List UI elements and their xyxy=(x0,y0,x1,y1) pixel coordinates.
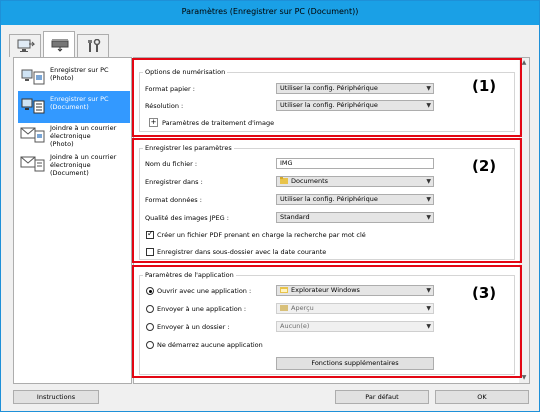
app-settings-section: Paramètres de l'application Ouvrir avec … xyxy=(132,265,522,378)
chevron-down-icon: ▼ xyxy=(426,323,431,330)
computer-scan-icon xyxy=(17,39,35,52)
data-format-select[interactable]: Utiliser la config. Périphérique ▼ xyxy=(276,194,434,205)
open-with-select[interactable]: Explorateur Windows ▼ xyxy=(276,285,434,296)
subfolder-checkbox[interactable] xyxy=(146,248,154,256)
resolution-value: Utiliser la config. Périphérique xyxy=(280,101,378,109)
sidebar-label-line1: Enregistrer sur PC xyxy=(50,95,109,103)
sidebar-label-line1: Enregistrer sur PC xyxy=(50,66,109,74)
section-number-2: (2) xyxy=(472,157,497,175)
more-functions-button[interactable]: Fonctions supplémentaires xyxy=(276,357,434,370)
jpeg-quality-label: Qualité des images JPEG : xyxy=(145,214,229,222)
file-name-input[interactable]: IMG xyxy=(276,158,434,169)
mail-document-icon xyxy=(20,156,45,172)
jpeg-quality-select[interactable]: Standard ▼ xyxy=(276,212,434,223)
send-to-folder-radio[interactable] xyxy=(146,323,154,331)
settings-panel: ▲ ▼ Options de numérisation Format papie… xyxy=(132,57,530,384)
send-to-app-label[interactable]: Envoyer à une application : xyxy=(157,305,246,313)
chevron-down-icon: ▼ xyxy=(426,102,431,109)
app-settings-group: Paramètres de l'application Ouvrir avec … xyxy=(139,271,515,375)
chevron-down-icon: ▼ xyxy=(426,178,431,185)
chevron-down-icon: ▼ xyxy=(426,85,431,92)
chevron-down-icon: ▼ xyxy=(426,214,431,221)
tab-scan-from-panel[interactable] xyxy=(43,31,75,58)
explorer-icon xyxy=(280,286,288,293)
title-bar: Paramètres (Enregistrer sur PC (Document… xyxy=(1,1,539,25)
resolution-label: Résolution : xyxy=(145,102,184,110)
sidebar-label-line2: (Photo) xyxy=(50,74,74,82)
no-app-label[interactable]: Ne démarrez aucune application xyxy=(157,341,263,349)
sidebar-label-line3: (Document) xyxy=(50,169,89,177)
chevron-down-icon: ▼ xyxy=(426,196,431,203)
tab-scan-from-computer[interactable] xyxy=(9,34,41,57)
save-in-select[interactable]: Documents ▼ xyxy=(276,176,434,187)
instructions-button[interactable]: Instructions xyxy=(13,390,99,404)
scan-options-title: Options de numérisation xyxy=(143,68,228,76)
preview-icon xyxy=(280,304,288,311)
pdf-keyword-checkbox[interactable] xyxy=(146,229,154,239)
sidebar-label-line2: (Document) xyxy=(50,103,89,111)
no-app-radio[interactable] xyxy=(146,341,154,349)
section-number-3: (3) xyxy=(472,284,497,302)
paper-size-select[interactable]: Utiliser la config. Périphérique ▼ xyxy=(276,83,434,94)
open-with-label[interactable]: Ouvrir avec une application : xyxy=(157,287,251,295)
paper-size-label: Format papier : xyxy=(145,85,195,93)
save-settings-group: Enregistrer les paramètres Nom du fichie… xyxy=(139,144,515,260)
save-in-value: Documents xyxy=(291,177,329,185)
sidebar-label-line1: Joindre à un courrier xyxy=(50,124,117,132)
expand-button[interactable]: + xyxy=(149,118,158,127)
jpeg-quality-value: Standard xyxy=(280,213,310,221)
send-to-app-value: Aperçu xyxy=(291,304,314,312)
save-in-label: Enregistrer dans : xyxy=(145,178,203,186)
sidebar-item-save-photo[interactable]: Enregistrer sur PC (Photo) xyxy=(18,62,130,94)
app-settings-title: Paramètres de l'application xyxy=(143,271,236,279)
sidebar-item-mail-photo[interactable]: Joindre à un courrier électronique (Phot… xyxy=(18,120,130,152)
send-to-folder-label[interactable]: Envoyer à un dossier : xyxy=(157,323,230,331)
scanner-icon xyxy=(51,39,69,52)
scan-options-section: Options de numérisation Format papier : … xyxy=(132,58,522,137)
data-format-label: Format données : xyxy=(145,196,202,204)
send-to-app-select[interactable]: Aperçu ▼ xyxy=(276,303,434,314)
open-with-radio[interactable] xyxy=(146,287,154,295)
scan-options-group: Options de numérisation Format papier : … xyxy=(139,68,515,132)
file-name-value: IMG xyxy=(280,159,293,167)
mail-photo-icon xyxy=(20,127,45,143)
sidebar-label-line3: (Photo) xyxy=(50,140,74,148)
subfolder-label[interactable]: Enregistrer dans sous-dossier avec la da… xyxy=(157,248,326,256)
sidebar-label-line1: Joindre à un courrier xyxy=(50,153,117,161)
save-settings-title: Enregistrer les paramètres xyxy=(143,144,234,152)
send-to-folder-value: Aucun(e) xyxy=(280,322,310,330)
section-number-1: (1) xyxy=(472,77,497,95)
sidebar-label-line2: électronique xyxy=(50,132,91,140)
settings-window: Paramètres (Enregistrer sur PC (Document… xyxy=(0,0,540,412)
save-settings-section: Enregistrer les paramètres Nom du fichie… xyxy=(132,138,522,263)
folder-icon xyxy=(280,177,288,184)
window-title: Paramètres (Enregistrer sur PC (Document… xyxy=(181,7,359,16)
send-to-app-radio[interactable] xyxy=(146,305,154,313)
data-format-value: Utiliser la config. Périphérique xyxy=(280,195,378,203)
defaults-button[interactable]: Par défaut xyxy=(335,390,429,404)
save-document-icon xyxy=(21,98,45,114)
pdf-keyword-label[interactable]: Créer un fichier PDF prenant en charge l… xyxy=(157,231,366,239)
image-processing-label[interactable]: Paramètres de traitement d'image xyxy=(162,119,274,127)
save-photo-icon xyxy=(21,69,45,85)
ok-button[interactable]: OK xyxy=(435,390,529,404)
chevron-down-icon: ▼ xyxy=(426,305,431,312)
sidebar-item-save-document[interactable]: Enregistrer sur PC (Document) xyxy=(18,91,130,123)
sidebar-label-line2: électronique xyxy=(50,161,91,169)
tab-general-settings[interactable] xyxy=(77,34,109,57)
paper-size-value: Utiliser la config. Périphérique xyxy=(280,84,378,92)
chevron-down-icon: ▼ xyxy=(426,287,431,294)
send-to-folder-select[interactable]: Aucun(e) ▼ xyxy=(276,321,434,332)
open-with-value: Explorateur Windows xyxy=(291,286,360,294)
resolution-select[interactable]: Utiliser la config. Périphérique ▼ xyxy=(276,100,434,111)
scan-type-list: Enregistrer sur PC (Photo) Enregistrer s… xyxy=(13,57,132,384)
tools-icon xyxy=(88,39,101,52)
file-name-label: Nom du fichier : xyxy=(145,160,198,168)
sidebar-item-mail-document[interactable]: Joindre à un courrier électronique (Docu… xyxy=(18,149,130,181)
